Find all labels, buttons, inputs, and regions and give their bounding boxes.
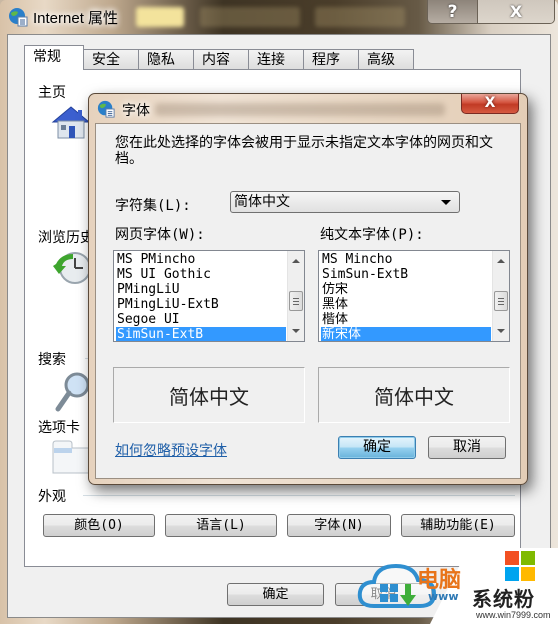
tab-advanced[interactable]: 高级: [358, 49, 414, 70]
search-label: 搜索: [38, 352, 66, 368]
tab-privacy[interactable]: 隐私: [138, 49, 194, 70]
tab-security[interactable]: 安全: [83, 49, 139, 70]
fonts-description: 您在此处选择的字体会被用于显示未指定文本字体的网页和文档。: [115, 135, 493, 167]
tab-connections[interactable]: 连接: [248, 49, 304, 70]
window-title: Internet 属性: [33, 10, 119, 27]
home-page-label: 主页: [38, 85, 66, 101]
caption-buttons: ? X: [427, 0, 555, 24]
fonts-button[interactable]: 字体(N): [287, 514, 391, 537]
list-item[interactable]: 楷体: [321, 312, 491, 327]
list-item[interactable]: 黑体: [321, 297, 491, 312]
scroll-thumb[interactable]: [289, 291, 303, 311]
ok-button[interactable]: 确定: [227, 583, 324, 606]
chevron-down-icon: [441, 200, 451, 205]
scroll-up-arrow-icon[interactable]: [497, 259, 505, 263]
fonts-dialog-title: 字体: [122, 103, 150, 119]
ie-globe-icon: [9, 8, 28, 27]
scroll-down-arrow-icon[interactable]: [497, 329, 505, 333]
fonts-dialog-client: 您在此处选择的字体会被用于显示未指定文本字体的网页和文档。 字符集(L): 简体…: [95, 123, 521, 479]
charset-select[interactable]: 简体中文: [230, 191, 460, 213]
ignore-fonts-help-link[interactable]: 如何忽略预设字体: [115, 440, 227, 460]
watermark-url-fragment: www: [428, 590, 459, 603]
fonts-dialog: 字体 X 您在此处选择的字体会被用于显示未指定文本字体的网页和文档。 字符集(L…: [88, 93, 528, 485]
charset-value: 简体中文: [234, 194, 290, 210]
plaintext-font-label: 纯文本字体(P):: [320, 227, 424, 243]
plaintext-font-scrollbar[interactable]: [492, 251, 509, 341]
fonts-ok-button[interactable]: 确定: [338, 436, 416, 459]
scroll-down-arrow-icon[interactable]: [292, 329, 300, 333]
blurred-background: [155, 103, 445, 116]
list-item[interactable]: Segoe UI: [116, 312, 286, 327]
browsing-history-label: 浏览历史: [38, 230, 94, 246]
list-item[interactable]: PMingLiU: [116, 282, 286, 297]
charset-label: 字符集(L):: [115, 198, 191, 214]
scroll-thumb[interactable]: [494, 291, 508, 311]
tab-strip: 常规 安全 隐私 内容 连接 程序 高级: [24, 45, 414, 70]
colors-button[interactable]: 颜色(O): [43, 514, 155, 537]
home-icon: [51, 106, 91, 139]
list-item-selected[interactable]: 新宋体: [321, 327, 491, 341]
windows-logo-icon: [505, 551, 535, 581]
webpage-font-scrollbar[interactable]: [287, 251, 304, 341]
languages-button[interactable]: 语言(L): [165, 514, 277, 537]
fonts-cancel-button[interactable]: 取消: [428, 436, 506, 459]
list-item[interactable]: PMingLiU-ExtB: [116, 297, 286, 312]
help-button[interactable]: ?: [428, 0, 478, 23]
watermark-url: www.win7999.com: [476, 610, 551, 620]
ie-globe-icon: [97, 100, 115, 118]
accessibility-button[interactable]: 辅助功能(E): [401, 514, 515, 537]
list-item[interactable]: 仿宋: [321, 282, 491, 297]
blurred-background: [200, 7, 300, 27]
appearance-label: 外观: [38, 489, 66, 505]
fonts-dialog-close-button[interactable]: X: [461, 94, 519, 114]
watermark-brand: 系统粉: [472, 587, 535, 611]
tab-content[interactable]: 内容: [193, 49, 249, 70]
blurred-background: [136, 7, 184, 27]
appearance-separator: [83, 495, 515, 496]
tabs-icon: [52, 440, 92, 474]
list-item[interactable]: MS PMincho: [116, 252, 286, 267]
list-item[interactable]: MS Mincho: [321, 252, 491, 267]
list-item[interactable]: MS UI Gothic: [116, 267, 286, 282]
tab-programs[interactable]: 程序: [303, 49, 359, 70]
plaintext-font-preview: 简体中文: [318, 367, 510, 423]
close-button[interactable]: X: [478, 0, 554, 23]
blurred-background: [315, 7, 405, 27]
webpage-font-label: 网页字体(W):: [115, 227, 205, 243]
list-item-selected[interactable]: SimSun-ExtB: [116, 327, 286, 341]
plaintext-font-list[interactable]: MS Mincho SimSun-ExtB 仿宋 黑体 楷体 新宋体: [318, 250, 510, 342]
webpage-font-list[interactable]: MS PMincho MS UI Gothic PMingLiU PMingLi…: [113, 250, 305, 342]
tab-general[interactable]: 常规: [24, 45, 84, 70]
list-item[interactable]: SimSun-ExtB: [321, 267, 491, 282]
tabs-label: 选项卡: [38, 420, 80, 436]
history-clock-icon: [53, 252, 91, 284]
fonts-dialog-title-bar[interactable]: 字体 X: [89, 94, 527, 122]
scroll-up-arrow-icon[interactable]: [292, 259, 300, 263]
webpage-font-preview: 简体中文: [113, 367, 305, 423]
title-bar[interactable]: Internet 属性 ? X: [0, 0, 558, 34]
